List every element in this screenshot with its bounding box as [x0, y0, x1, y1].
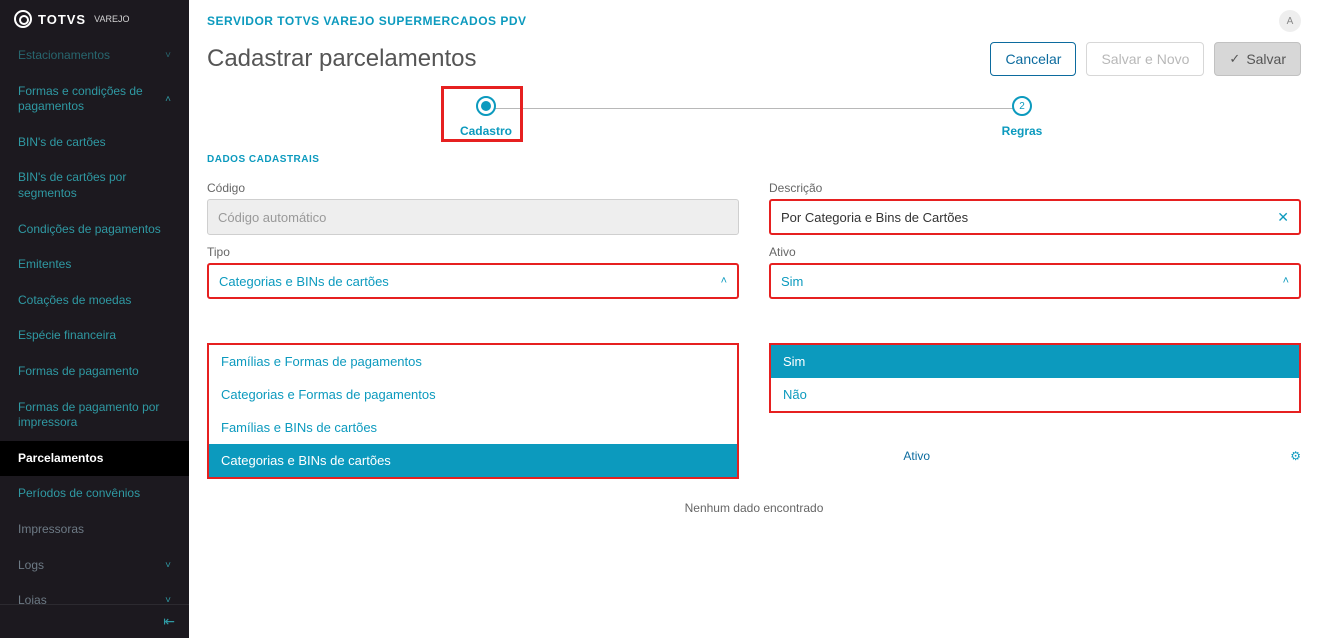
tipo-select[interactable]: Categorias e BINs de cartões ˄	[207, 263, 739, 299]
save-button-label: Salvar	[1246, 51, 1286, 67]
brand: TOTVS VAREJO	[0, 0, 189, 38]
section-dados-cadastrais: DADOS CADASTRAIS	[189, 152, 1319, 175]
tipo-option[interactable]: Categorias e Formas de pagamentos	[209, 378, 737, 411]
stepper-line	[481, 108, 1028, 109]
ativo-value: Sim	[781, 274, 1283, 289]
sidebar-item-estacionamentos[interactable]: Estacionamentos ˅	[0, 38, 189, 74]
cancel-button[interactable]: Cancelar	[990, 42, 1076, 76]
chevron-up-icon: ˄	[721, 275, 727, 287]
gear-icon[interactable]: ⚙	[1290, 449, 1301, 463]
ativo-option[interactable]: Não	[771, 378, 1299, 411]
topbar: SERVIDOR TOTVS VAREJO SUPERMERCADOS PDV …	[189, 0, 1319, 36]
sidebar-nav: Estacionamentos ˅ Formas e condições de …	[0, 38, 189, 604]
sidebar-item-impressoras[interactable]: Impressoras	[0, 512, 189, 548]
sidebar-item-cotacoes-moedas[interactable]: Cotações de moedas	[0, 283, 189, 319]
chevron-down-icon: ˅	[165, 594, 171, 604]
brand-name: TOTVS	[38, 12, 86, 27]
sidebar-item-label: Espécie financeira	[18, 328, 116, 344]
ativo-select[interactable]: Sim ˄	[769, 263, 1301, 299]
brand-logo-icon	[14, 10, 32, 28]
sidebar-item-label: Períodos de convênios	[18, 486, 140, 502]
collapse-sidebar-icon[interactable]: ⇤	[163, 613, 175, 629]
codigo-placeholder: Código automático	[218, 210, 326, 225]
chevron-down-icon: ˅	[165, 49, 171, 62]
sidebar-item-label: Formas e condições de pagamentos	[18, 84, 165, 115]
sidebar-item-label: Cotações de moedas	[18, 293, 131, 309]
sidebar-item-emitentes[interactable]: Emitentes	[0, 247, 189, 283]
clear-icon[interactable]: ✕	[1277, 209, 1289, 226]
label-codigo: Código	[207, 181, 739, 195]
chevron-up-icon: ˄	[1283, 275, 1289, 287]
sidebar-footer: ⇤	[0, 604, 189, 638]
sidebar-item-bins-cartoes[interactable]: BIN's de cartões	[0, 125, 189, 161]
tipo-value: Categorias e BINs de cartões	[219, 274, 721, 289]
codigo-input: Código automático	[207, 199, 739, 235]
ativo-option-selected[interactable]: Sim	[771, 345, 1299, 378]
sidebar-item-label: Formas de pagamento	[18, 364, 139, 380]
sidebar-item-label: BIN's de cartões por segmentos	[18, 170, 171, 201]
sidebar-item-label: Lojas	[18, 593, 47, 604]
tipo-option[interactable]: Famílias e Formas de pagamentos	[209, 345, 737, 378]
sidebar-item-bins-segmentos[interactable]: BIN's de cartões por segmentos	[0, 160, 189, 211]
sidebar-item-periodos-convenios[interactable]: Períodos de convênios	[0, 476, 189, 512]
sidebar-item-parcelamentos[interactable]: Parcelamentos	[0, 441, 189, 477]
step-label: Cadastro	[441, 124, 531, 138]
descricao-value: Por Categoria e Bins de Cartões	[781, 210, 968, 225]
stepper: Cadastro 2 Regras	[207, 96, 1301, 152]
sidebar-item-label: Logs	[18, 558, 44, 574]
sidebar-item-label: Parcelamentos	[18, 451, 103, 467]
page-title: Cadastrar parcelamentos	[207, 45, 476, 73]
main: SERVIDOR TOTVS VAREJO SUPERMERCADOS PDV …	[189, 0, 1319, 638]
check-icon: ✓	[1229, 51, 1240, 67]
sidebar-item-label: Estacionamentos	[18, 48, 110, 64]
brand-suffix: VAREJO	[94, 14, 129, 24]
server-title: SERVIDOR TOTVS VAREJO SUPERMERCADOS PDV	[207, 14, 527, 28]
descricao-input[interactable]: Por Categoria e Bins de Cartões ✕	[769, 199, 1301, 235]
sidebar-item-label: Impressoras	[18, 522, 84, 538]
avatar[interactable]: A	[1279, 10, 1301, 32]
col-ativo[interactable]: Ativo	[903, 449, 1250, 463]
step-regras[interactable]: 2 Regras	[977, 96, 1067, 138]
sidebar-item-label: Condições de pagamentos	[18, 222, 161, 238]
ativo-dropdown: Sim Não	[769, 343, 1301, 413]
sidebar-item-formas-condicoes[interactable]: Formas e condições de pagamentos ˄	[0, 74, 189, 125]
tipo-option-selected[interactable]: Categorias e BINs de cartões	[209, 444, 737, 477]
form-grid: Código Código automático Descrição Por C…	[189, 175, 1319, 299]
sidebar-item-formas-pagamento-impressora[interactable]: Formas de pagamento por impressora	[0, 390, 189, 441]
chevron-up-icon: ˄	[165, 93, 171, 106]
chevron-down-icon: ˅	[165, 559, 171, 572]
tipo-option[interactable]: Famílias e BINs de cartões	[209, 411, 737, 444]
sidebar-item-logs[interactable]: Logs ˅	[0, 548, 189, 584]
save-and-new-button: Salvar e Novo	[1086, 42, 1204, 76]
label-descricao: Descrição	[769, 181, 1301, 195]
step-label: Regras	[977, 124, 1067, 138]
action-buttons: Cancelar Salvar e Novo ✓ Salvar	[990, 42, 1301, 76]
step-cadastro[interactable]: Cadastro	[441, 96, 531, 138]
save-button[interactable]: ✓ Salvar	[1214, 42, 1301, 76]
sidebar-item-label: Formas de pagamento por impressora	[18, 400, 171, 431]
sidebar-item-formas-pagamento[interactable]: Formas de pagamento	[0, 354, 189, 390]
sidebar-item-label: BIN's de cartões	[18, 135, 106, 151]
label-tipo: Tipo	[207, 245, 739, 259]
tipo-dropdown: Famílias e Formas de pagamentos Categori…	[207, 343, 739, 479]
page-head: Cadastrar parcelamentos Cancelar Salvar …	[189, 36, 1319, 96]
sidebar-item-label: Emitentes	[18, 257, 71, 273]
sidebar-item-condicoes-pagamentos[interactable]: Condições de pagamentos	[0, 212, 189, 248]
sidebar-item-lojas[interactable]: Lojas ˅	[0, 583, 189, 604]
step-circle-active-icon	[476, 96, 496, 116]
step-circle-icon: 2	[1012, 96, 1032, 116]
label-ativo: Ativo	[769, 245, 1301, 259]
sidebar-item-especie-financeira[interactable]: Espécie financeira	[0, 318, 189, 354]
table-empty-message: Nenhum dado encontrado	[189, 501, 1319, 515]
sidebar: TOTVS VAREJO Estacionamentos ˅ Formas e …	[0, 0, 189, 638]
